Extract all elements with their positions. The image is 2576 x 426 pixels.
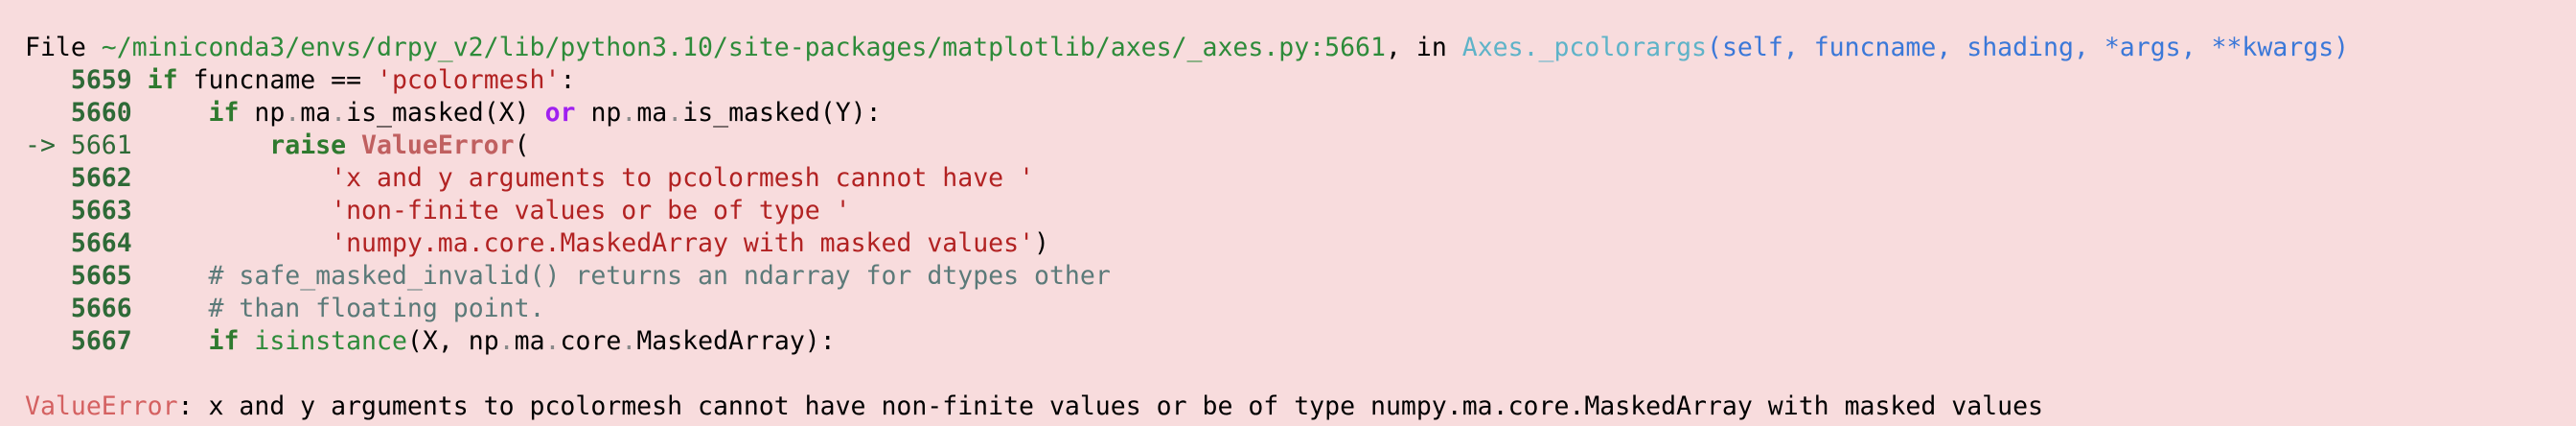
string-literal: 'x and y arguments to pcolormesh cannot …	[331, 163, 1035, 193]
code-line-5666: 5666 # than floating point.	[25, 293, 2576, 325]
code-text: (	[514, 130, 530, 160]
string-literal: 'pcolormesh'	[377, 65, 561, 95]
function-name: Axes._pcolorargs	[1461, 33, 1708, 62]
file-path-link[interactable]: ~/miniconda3/envs/drpy_v2/lib/python3.10…	[102, 33, 1386, 62]
code-text: :	[560, 65, 576, 95]
line-number: 5666	[70, 294, 132, 323]
line-prefix	[25, 98, 71, 128]
line-number: 5665	[70, 261, 132, 291]
string-literal: 'numpy.ma.core.MaskedArray with masked v…	[331, 228, 1035, 258]
error-type: ValueError	[25, 391, 178, 421]
line-prefix	[25, 326, 71, 356]
code-text: ma	[300, 98, 332, 128]
line-number: 5659	[70, 65, 132, 95]
code-line-5664: 5664 'numpy.ma.core.MaskedArray with mas…	[25, 227, 2576, 260]
code-line-5665: 5665 # safe_masked_invalid() returns an …	[25, 260, 2576, 293]
keyword: if	[208, 326, 240, 356]
line-number: 5667	[70, 326, 132, 356]
line-number: 5663	[70, 196, 132, 225]
keyword: if	[208, 98, 240, 128]
line-prefix	[25, 261, 71, 291]
code-line-5660: 5660 if np.ma.is_masked(X) or np.ma.is_m…	[25, 97, 2576, 130]
code-line-5667: 5667 if isinstance(X, np.ma.core.MaskedA…	[25, 325, 2576, 358]
traceback-output: File ~/miniconda3/envs/drpy_v2/lib/pytho…	[0, 0, 2576, 426]
code-text: is_masked(X)	[346, 98, 545, 128]
error-summary-line: ValueError: x and y arguments to pcolorm…	[25, 390, 2576, 423]
string-literal: 'non-finite values or be of type '	[331, 196, 851, 225]
current-line-arrow: ->	[25, 130, 71, 160]
code-text: ma	[514, 326, 545, 356]
line-number: 5661	[70, 130, 132, 160]
line-prefix	[25, 65, 71, 95]
code-line-5661-current: -> 5661 raise ValueError(	[25, 130, 2576, 162]
line-number: 5662	[70, 163, 132, 193]
code-line-5659: 5659 if funcname == 'pcolormesh':	[25, 64, 2576, 97]
code-text: np	[575, 98, 622, 128]
line-prefix	[25, 294, 71, 323]
line-prefix	[25, 196, 71, 225]
code-text: is_masked(Y):	[682, 98, 882, 128]
exception-name: ValueError	[361, 130, 515, 160]
traceback-file-line: File ~/miniconda3/envs/drpy_v2/lib/pytho…	[25, 32, 2576, 64]
comment: # safe_masked_invalid() returns an ndarr…	[208, 261, 1111, 291]
line-prefix	[25, 228, 71, 258]
code-line-5663: 5663 'non-finite values or be of type '	[25, 195, 2576, 227]
line-prefix	[25, 163, 71, 193]
code-text: core	[560, 326, 622, 356]
in-text: , in	[1385, 33, 1462, 62]
code-text: MaskedArray):	[636, 326, 836, 356]
code-text: )	[1034, 228, 1049, 258]
keyword: raise	[269, 130, 347, 160]
error-message: : x and y arguments to pcolormesh cannot…	[177, 391, 2043, 421]
code-text: funcname ==	[177, 65, 378, 95]
code-text: (X, np	[406, 326, 499, 356]
code-text: np	[239, 98, 286, 128]
code-line-5662: 5662 'x and y arguments to pcolormesh ca…	[25, 162, 2576, 195]
file-prefix: File	[25, 33, 102, 62]
keyword: if	[147, 65, 178, 95]
code-text: ma	[636, 98, 668, 128]
function-args: (self, funcname, shading, *args, **kwarg…	[1707, 33, 2350, 62]
comment: # than floating point.	[208, 294, 545, 323]
line-number: 5660	[70, 98, 132, 128]
keyword-or: or	[544, 98, 576, 128]
builtin-function: isinstance	[254, 326, 407, 356]
line-number: 5664	[70, 228, 132, 258]
